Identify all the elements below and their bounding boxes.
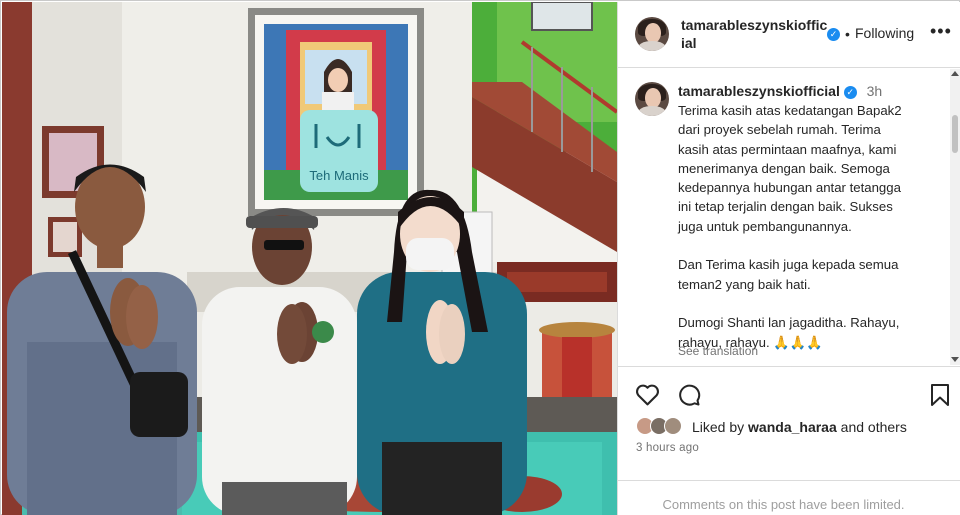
post-details-panel: tamarableszynskiofficial ✓ • Following •… xyxy=(617,2,960,515)
caption-timestamp[interactable]: 3h xyxy=(867,83,883,99)
author-username[interactable]: tamarableszynskiofficial xyxy=(681,16,831,52)
following-button[interactable]: Following xyxy=(855,25,914,41)
photo-scene: Teh Manis xyxy=(2,2,617,515)
bookmark-icon[interactable] xyxy=(929,383,951,407)
separator-dot: • xyxy=(845,26,850,42)
verified-badge-icon: ✓ xyxy=(827,28,840,41)
heart-icon[interactable] xyxy=(635,383,660,406)
likes-suffix[interactable]: and others xyxy=(837,419,907,435)
scroll-up-arrow-icon[interactable] xyxy=(951,71,959,76)
post-actions: Liked by wanda_haraa and others 3 hours … xyxy=(618,366,960,472)
liked-by-username[interactable]: wanda_haraa xyxy=(748,419,837,435)
caption-area: tamarableszynskiofficial ✓ 3h Terima kas… xyxy=(618,69,960,365)
caption-author-avatar[interactable] xyxy=(635,82,669,116)
scroll-down-arrow-icon[interactable] xyxy=(951,357,959,362)
see-translation-link[interactable]: See translation xyxy=(678,344,758,358)
comments-footer: Comments on this post have been limited. xyxy=(618,480,960,515)
more-options-icon[interactable]: ••• xyxy=(930,22,952,40)
post-window: Teh Manis tamarableszynskiofficial ✓ • F… xyxy=(0,0,960,515)
caption-username[interactable]: tamarableszynskiofficial xyxy=(678,83,840,99)
comments-limited-notice: Comments on this post have been limited. xyxy=(662,497,905,512)
caption-text: Terima kasih atas kedatangan Bapak2 dari… xyxy=(678,103,902,350)
liker-avatar xyxy=(664,417,682,435)
post-header: tamarableszynskiofficial ✓ • Following •… xyxy=(618,2,960,68)
caption-header: tamarableszynskiofficial ✓ 3h xyxy=(678,82,882,100)
scroll-thumb[interactable] xyxy=(952,115,958,153)
verified-badge-icon: ✓ xyxy=(843,85,857,99)
liked-by-avatars[interactable] xyxy=(636,417,686,437)
likes-summary[interactable]: Liked by wanda_haraa and others xyxy=(692,419,907,435)
author-avatar[interactable] xyxy=(635,17,669,51)
likes-prefix: Liked by xyxy=(692,419,749,435)
painting-sign-text: Teh Manis xyxy=(309,168,369,183)
post-time-ago[interactable]: 3 hours ago xyxy=(636,442,699,454)
post-photo[interactable]: Teh Manis xyxy=(2,2,617,515)
comment-bubble-icon[interactable] xyxy=(677,383,701,407)
caption-scrollbar[interactable] xyxy=(950,69,960,365)
